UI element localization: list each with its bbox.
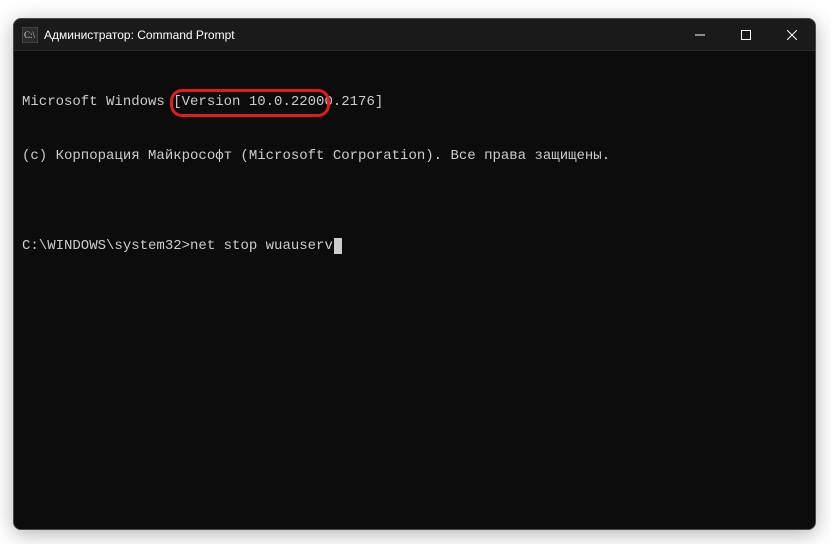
terminal-cursor — [334, 238, 342, 254]
close-button[interactable] — [769, 19, 815, 51]
svg-text:C:\: C:\ — [24, 30, 36, 40]
terminal-command: net stop wuauserv — [190, 238, 333, 254]
window-controls — [677, 19, 815, 50]
terminal-prompt-line: C:\WINDOWS\system32>net stop wuauserv — [22, 237, 807, 255]
window-title: Администратор: Command Prompt — [44, 28, 677, 42]
maximize-button[interactable] — [723, 19, 769, 51]
terminal-line-version: Microsoft Windows [Version 10.0.22000.21… — [22, 93, 807, 111]
terminal-area[interactable]: Microsoft Windows [Version 10.0.22000.21… — [14, 51, 815, 529]
terminal-prompt: C:\WINDOWS\system32> — [22, 238, 190, 254]
terminal-line-copyright: (c) Корпорация Майкрософт (Microsoft Cor… — [22, 147, 807, 165]
command-prompt-window: C:\ Администратор: Command Prompt Micros… — [13, 18, 816, 530]
titlebar[interactable]: C:\ Администратор: Command Prompt — [14, 19, 815, 51]
cmd-icon: C:\ — [22, 27, 38, 43]
minimize-button[interactable] — [677, 19, 723, 51]
